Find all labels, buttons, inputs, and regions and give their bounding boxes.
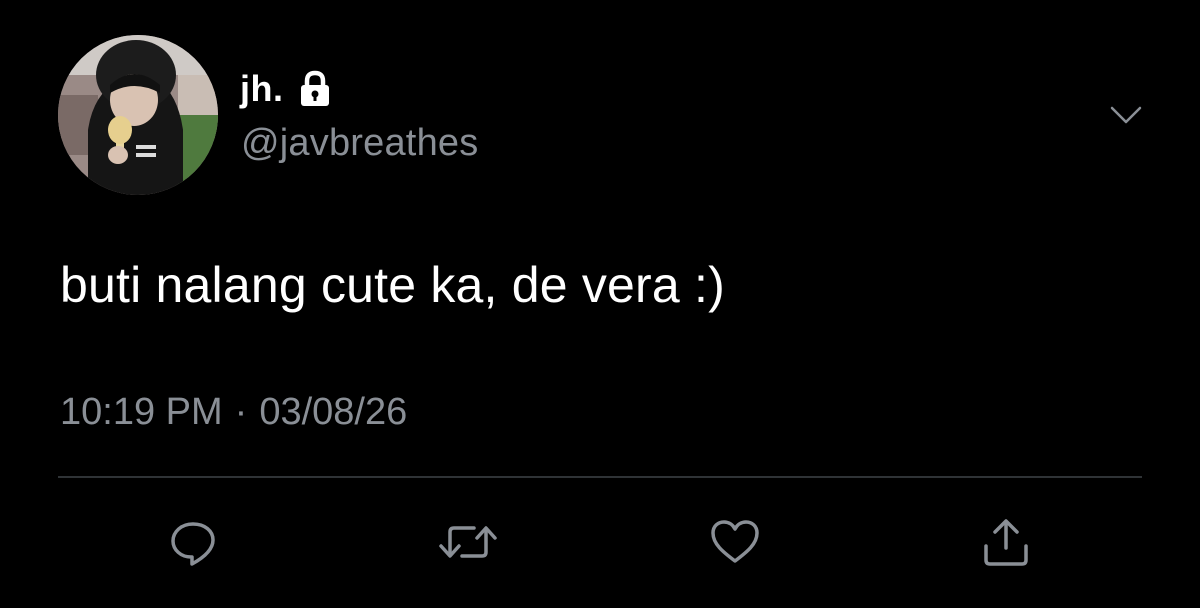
timestamp-separator: · (234, 391, 248, 433)
tweet-card: jh. @javbreathes buti nalang cute ka, de… (0, 0, 1200, 608)
chevron-down-icon[interactable] (1108, 100, 1144, 130)
tweet-time: 10:19 PM (60, 391, 223, 433)
avatar[interactable] (58, 35, 218, 195)
avatar-image (58, 35, 218, 195)
reply-icon (171, 522, 215, 566)
timestamp[interactable]: 10:19 PM · 03/08/26 (60, 391, 407, 434)
tweet-date: 03/08/26 (259, 391, 408, 433)
heart-icon (711, 520, 759, 563)
share-icon (984, 519, 1028, 566)
lock-icon (298, 70, 332, 108)
like-button[interactable] (705, 512, 765, 572)
tweet-text: buti nalang cute ka, de vera :) (60, 257, 725, 313)
username-handle[interactable]: @javbreathes (241, 122, 478, 165)
share-button[interactable] (976, 512, 1036, 572)
author-row: jh. (240, 64, 332, 114)
retweet-icon (439, 526, 497, 558)
retweet-button[interactable] (438, 512, 498, 572)
display-name[interactable]: jh. (240, 68, 284, 110)
reply-button[interactable] (163, 512, 223, 572)
divider (58, 476, 1142, 478)
